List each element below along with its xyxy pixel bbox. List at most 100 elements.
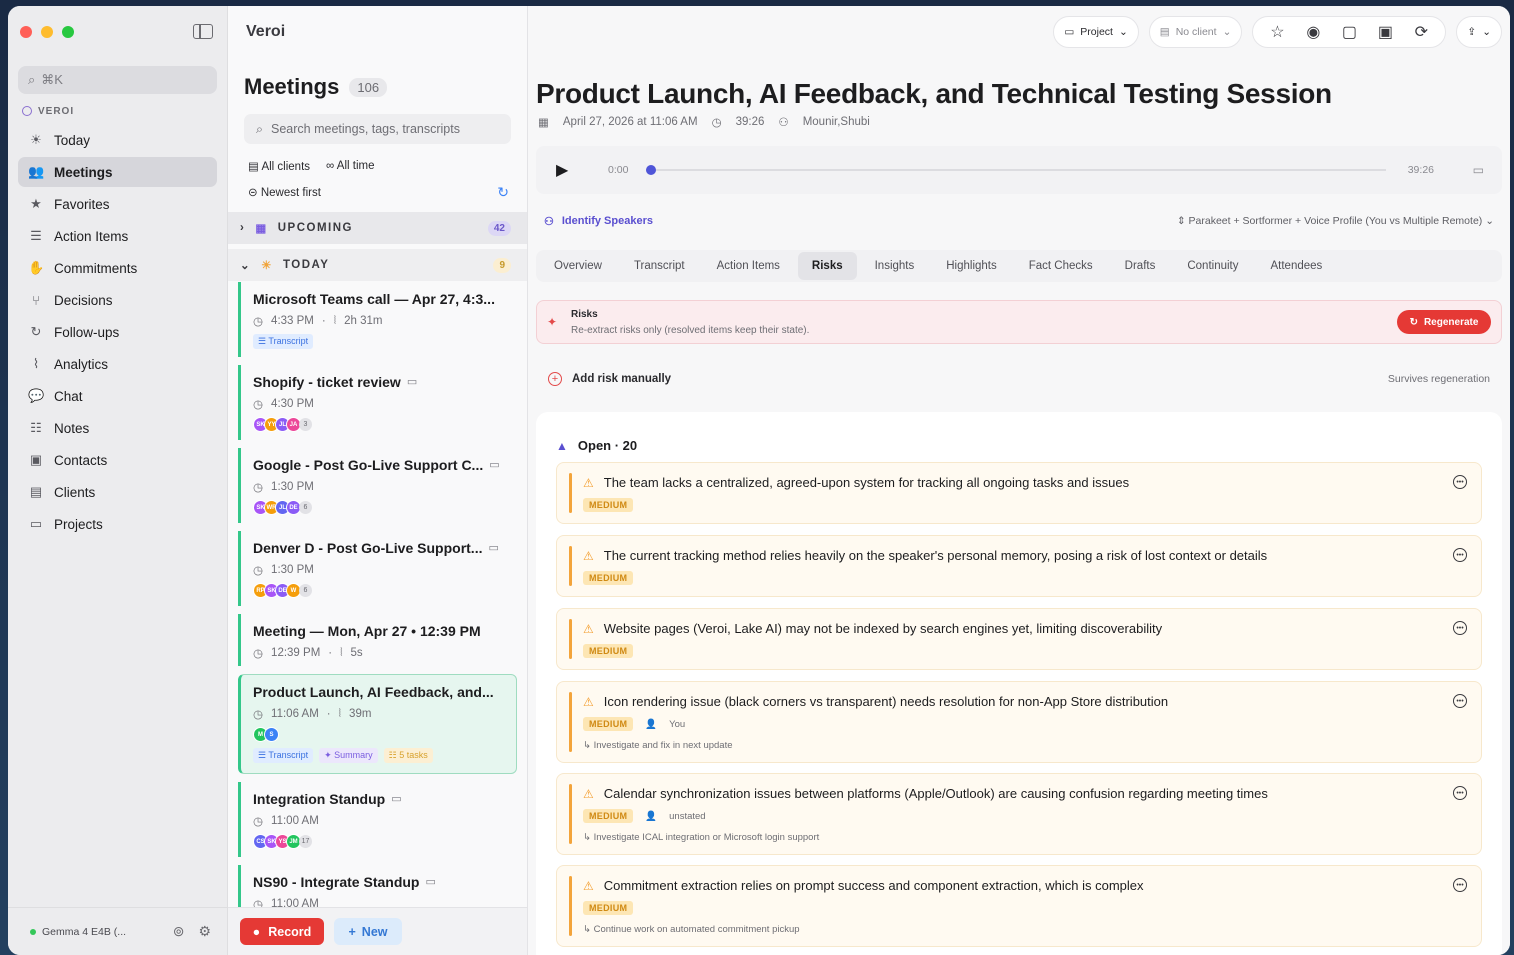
- more-options-icon[interactable]: •••: [1453, 694, 1467, 708]
- more-options-icon[interactable]: •••: [1453, 786, 1467, 800]
- tab-attendees[interactable]: Attendees: [1256, 252, 1336, 280]
- window-icon[interactable]: ▣: [1367, 22, 1403, 42]
- risk-card[interactable]: ⚠ Commitment extraction relies on prompt …: [556, 865, 1482, 947]
- more-options-icon[interactable]: •••: [1453, 878, 1467, 892]
- more-options-icon[interactable]: •••: [1453, 475, 1467, 489]
- meeting-card-selected[interactable]: Product Launch, AI Feedback, and... ◷ 11:…: [238, 674, 517, 774]
- sidebar-item-favorites[interactable]: ★ Favorites: [18, 189, 217, 219]
- workspace-label[interactable]: VEROI: [8, 103, 227, 119]
- risk-card[interactable]: ⚠ The current tracking method relies heav…: [556, 535, 1482, 597]
- time-filter[interactable]: ∞ All time: [326, 160, 374, 172]
- meeting-duration: 5s: [350, 647, 363, 659]
- star-icon[interactable]: ☆: [1259, 22, 1295, 42]
- section-upcoming[interactable]: › ▦ UPCOMING 42: [228, 212, 527, 244]
- sync-icon[interactable]: ⟳: [1403, 22, 1439, 42]
- sidebar-item-contacts[interactable]: ▣ Contacts: [18, 445, 217, 475]
- tab-risks[interactable]: Risks: [797, 252, 857, 280]
- search-icon: ⌕: [256, 121, 264, 136]
- meeting-card[interactable]: Shopify - ticket review ▭ ◷ 4:30 PM SK YY …: [238, 365, 517, 440]
- waveform-icon: ⦚: [333, 314, 337, 327]
- tab-fact-checks[interactable]: Fact Checks: [1015, 252, 1107, 280]
- upload-icon[interactable]: ⊚: [173, 923, 185, 940]
- plus-circle-icon[interactable]: +: [548, 372, 562, 386]
- meeting-card[interactable]: NS90 - Integrate Standup ▭ ◷ 11:00 AM: [238, 865, 517, 907]
- play-icon[interactable]: ▶: [556, 160, 576, 180]
- meeting-card[interactable]: Google - Post Go-Live Support C... ▭ ◷ 1:3…: [238, 448, 517, 523]
- record-button[interactable]: ● Record: [240, 918, 324, 945]
- client-filter[interactable]: ▤ All clients: [248, 159, 310, 173]
- record-stop-icon[interactable]: ◉: [1295, 22, 1331, 42]
- tab-transcript[interactable]: Transcript: [620, 252, 699, 280]
- risk-card[interactable]: ⚠ The team lacks a centralized, agreed-up…: [556, 462, 1482, 524]
- sidebar-search[interactable]: ⌕ ⌘K: [18, 66, 217, 94]
- open-risks-header[interactable]: ▲ Open · 20: [556, 438, 637, 453]
- tab-drafts[interactable]: Drafts: [1111, 252, 1170, 280]
- tab-continuity[interactable]: Continuity: [1173, 252, 1252, 280]
- sort-control[interactable]: ⊝ Newest first: [248, 185, 321, 199]
- playback-scrubber[interactable]: [646, 165, 1387, 175]
- summary-tag: ✦ Summary: [319, 748, 378, 763]
- person-icon: 👤: [645, 718, 658, 730]
- sidebar-item-label: Meetings: [54, 164, 113, 180]
- folder-icon: ▭: [1064, 26, 1075, 38]
- diarization-model-selector[interactable]: ⇕ Parakeet + Sortformer + Voice Profile …: [1177, 215, 1494, 227]
- more-options-icon[interactable]: •••: [1453, 621, 1467, 635]
- meeting-card[interactable]: Meeting — Mon, Apr 27 • 12:39 PM ◷ 12:39 …: [238, 614, 517, 666]
- minimize-window-button[interactable]: [41, 26, 53, 38]
- meeting-card[interactable]: Microsoft Teams call — Apr 27, 4:3... ◷ 4…: [238, 282, 517, 357]
- sidebar-item-label: Notes: [54, 420, 90, 436]
- scrubber-handle[interactable]: [646, 165, 657, 175]
- more-options-icon[interactable]: •••: [1453, 548, 1467, 562]
- tab-action-items[interactable]: Action Items: [703, 252, 794, 280]
- folder-icon[interactable]: ▭: [1473, 163, 1484, 177]
- tab-insights[interactable]: Insights: [861, 252, 929, 280]
- sidebar-item-action-items[interactable]: ☰ Action Items: [18, 221, 217, 251]
- warning-icon: ⚠: [583, 878, 594, 893]
- regenerate-button[interactable]: ↻ Regenerate: [1397, 310, 1491, 334]
- close-window-button[interactable]: [20, 26, 32, 38]
- sidebar-item-notes[interactable]: ☷ Notes: [18, 413, 217, 443]
- meeting-card[interactable]: Integration Standup ▭ ◷ 11:00 AM CS SK YS …: [238, 782, 517, 857]
- tasks-tag: ☷ 5 tasks: [383, 748, 433, 763]
- gear-icon[interactable]: ⚙: [198, 923, 211, 940]
- meeting-card[interactable]: Denver D - Post Go-Live Support... ▭ ◷ 1:3…: [238, 531, 517, 606]
- sidebar-item-meetings[interactable]: 👥 Meetings: [18, 157, 217, 187]
- zoom-window-button[interactable]: [62, 26, 74, 38]
- new-button[interactable]: + New: [334, 918, 402, 945]
- sidebar-nav: ☀ Today 👥 Meetings ★ Favorites ☰ Action Item…: [8, 125, 227, 539]
- sidebar-toggle-icon[interactable]: [193, 24, 213, 39]
- sidebar-item-follow-ups[interactable]: ↻ Follow-ups: [18, 317, 217, 347]
- refresh-icon[interactable]: ↻: [497, 184, 509, 201]
- meetings-search-input[interactable]: ⌕ Search meetings, tags, transcripts: [244, 114, 511, 144]
- sidebar-item-today[interactable]: ☀ Today: [18, 125, 217, 155]
- sidebar-item-commitments[interactable]: ✋ Commitments: [18, 253, 217, 283]
- tag-label: Transcript: [268, 336, 309, 346]
- meeting-title: Meeting — Mon, Apr 27 • 12:39 PM: [253, 622, 481, 639]
- sidebar-item-decisions[interactable]: ⑂ Decisions: [18, 285, 217, 315]
- sun-icon: ☀: [261, 260, 273, 272]
- share-menu[interactable]: ⇪ ⌄: [1456, 16, 1502, 48]
- tab-highlights[interactable]: Highlights: [932, 252, 1011, 280]
- tab-overview[interactable]: Overview: [540, 252, 616, 280]
- sidebar-item-clients[interactable]: ▤ Clients: [18, 477, 217, 507]
- time-filter-label: All time: [336, 160, 375, 172]
- arrow-icon: ↳: [583, 924, 591, 935]
- model-status[interactable]: Gemma 4 E4B (...: [42, 926, 126, 938]
- project-label: Project: [1080, 26, 1113, 38]
- clock-icon: ◷: [253, 899, 264, 907]
- risk-card[interactable]: ⚠ Calendar synchronization issues between…: [556, 773, 1482, 855]
- project-selector[interactable]: ▭ Project ⌄: [1053, 16, 1139, 48]
- section-today[interactable]: ⌄ ☀ TODAY 9: [228, 249, 527, 281]
- sidebar-item-analytics[interactable]: ⌇ Analytics: [18, 349, 217, 379]
- risk-card[interactable]: ⚠ Icon rendering issue (black corners vs …: [556, 681, 1482, 763]
- sidebar-item-projects[interactable]: ▭ Projects: [18, 509, 217, 539]
- clock-icon: ◷: [253, 709, 264, 721]
- page-title: Meetings: [244, 74, 340, 99]
- risk-card[interactable]: ⚠ Website pages (Veroi, Lake AI) may not …: [556, 608, 1482, 670]
- notes-icon: ☷: [30, 420, 42, 435]
- add-risk-button[interactable]: Add risk manually: [572, 373, 671, 385]
- identify-speakers-button[interactable]: ⚇ Identify Speakers: [544, 215, 653, 228]
- sidebar-item-chat[interactable]: 💬 Chat: [18, 381, 217, 411]
- chat-icon[interactable]: ▢: [1331, 22, 1367, 42]
- client-selector[interactable]: ▤ No client ⌄: [1148, 16, 1243, 48]
